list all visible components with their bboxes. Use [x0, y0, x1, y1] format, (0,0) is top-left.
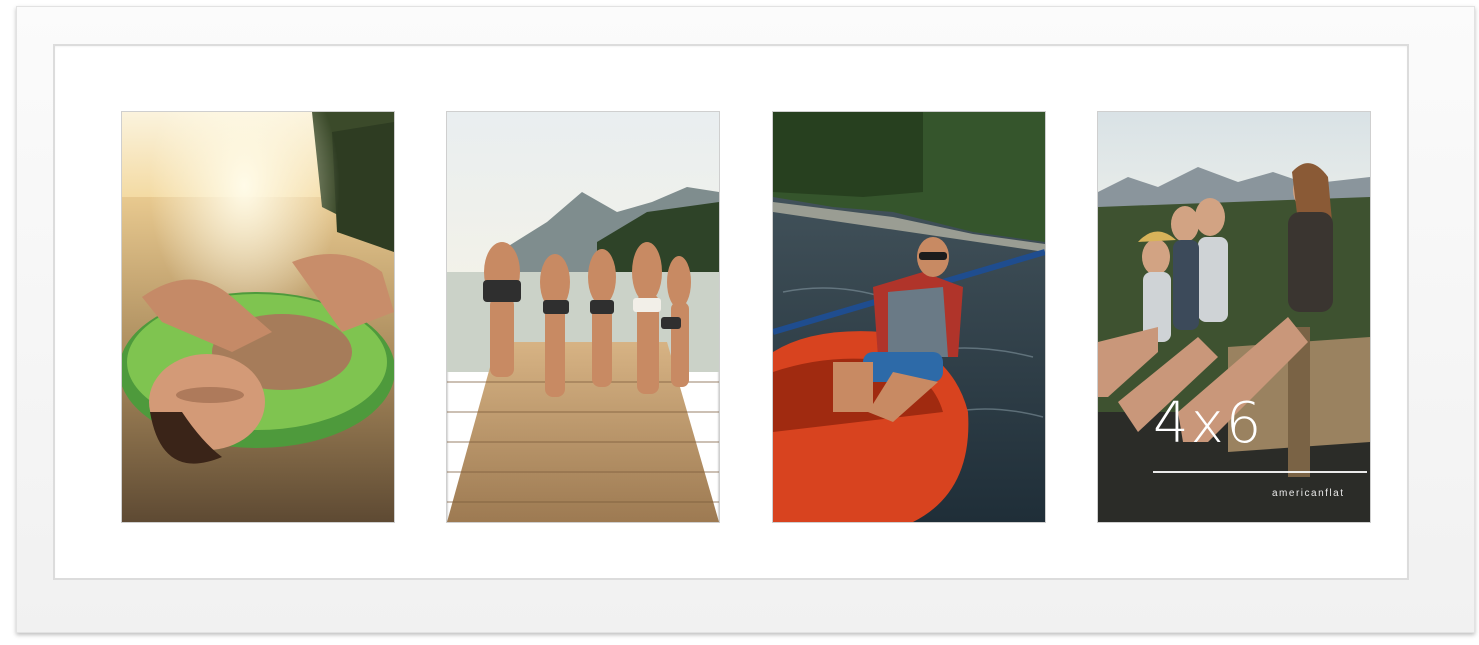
size-overlay-text: 4x6 — [1153, 391, 1264, 456]
photo-inner-tube — [122, 112, 394, 522]
photo-opening-2 — [447, 112, 719, 522]
brand-divider — [1153, 471, 1367, 473]
photo-pier-friends — [1098, 112, 1370, 522]
photo-opening-1 — [122, 112, 394, 522]
photo-opening-3 — [773, 112, 1045, 522]
brand-watermark: americanflat — [1272, 488, 1345, 499]
photo-opening-4 — [1098, 112, 1370, 522]
photo-kayak — [773, 112, 1045, 522]
photo-dock — [447, 112, 719, 522]
